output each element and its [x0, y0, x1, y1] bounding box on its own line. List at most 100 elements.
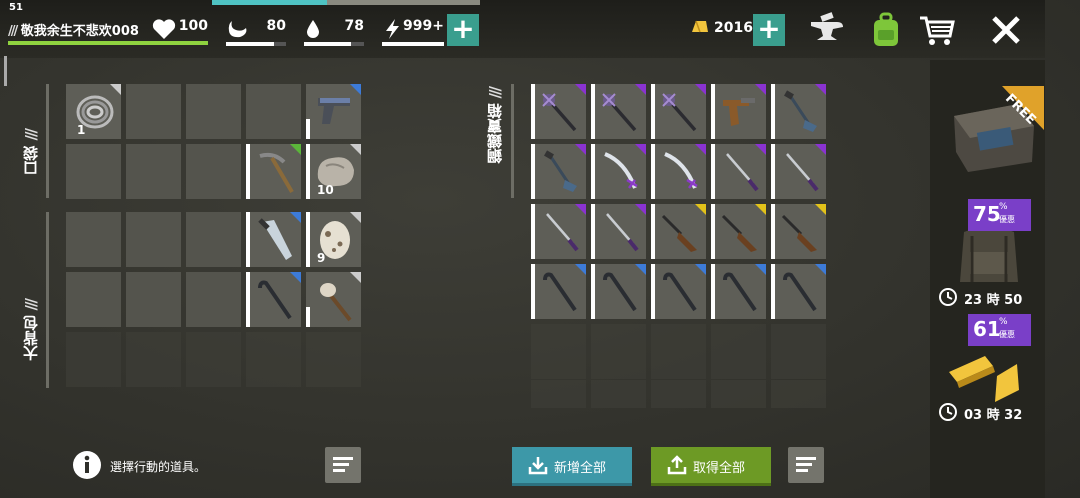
offer-timer: 03 時 32	[964, 408, 1023, 423]
chest-sort-button[interactable]	[788, 447, 824, 483]
pocket-slot[interactable]	[246, 144, 301, 199]
clock-text: 51	[9, 2, 23, 13]
chest-slot[interactable]	[591, 204, 646, 259]
shotgun-icon	[721, 214, 757, 252]
food-stat: 80	[226, 18, 286, 48]
backpack-slot[interactable]	[186, 212, 241, 267]
backpack-slot[interactable]	[246, 272, 301, 327]
chest-slot[interactable]	[591, 144, 646, 199]
pocket-slot[interactable]	[186, 84, 241, 139]
backpack-section-label: 大背包 ///	[22, 300, 40, 361]
chest-slot[interactable]	[771, 144, 826, 199]
chest-slot[interactable]	[651, 84, 706, 139]
chest-slot[interactable]	[651, 204, 706, 259]
chest-slot-locked	[591, 380, 646, 408]
backpack-slot[interactable]	[66, 272, 121, 327]
backpack-bundle-icon	[960, 227, 1018, 282]
pocket-slot[interactable]	[306, 84, 361, 139]
backpack-slot-locked	[186, 332, 241, 387]
take-all-button[interactable]: 取得全部	[651, 447, 771, 486]
crowbar-icon	[603, 272, 637, 312]
water-value: 78	[344, 18, 364, 34]
chest-slot-locked	[771, 380, 826, 408]
chest-slot[interactable]	[531, 144, 586, 199]
chest-slot[interactable]	[591, 84, 646, 139]
mace-icon	[662, 93, 697, 132]
chest-slot[interactable]	[531, 204, 586, 259]
buy-gold-button[interactable]: +	[753, 14, 785, 46]
chest-slot[interactable]	[771, 204, 826, 259]
item-quantity: 10	[317, 183, 334, 197]
backpack-slot[interactable]	[186, 272, 241, 327]
crafting-anvil-icon[interactable]	[807, 10, 847, 50]
buy-energy-button[interactable]: +	[447, 14, 479, 46]
backpack-slot[interactable]	[126, 272, 181, 327]
pocket-slot[interactable]	[66, 144, 121, 199]
backpack-slot[interactable]	[246, 212, 301, 267]
backpack-slot-locked	[246, 332, 301, 387]
discount-badge: 75% 優惠	[968, 199, 1031, 231]
health-stat: 100	[152, 18, 208, 48]
chest-slot-locked	[651, 380, 706, 408]
pocket-slot[interactable]: 1	[66, 84, 121, 139]
water-drop-icon	[307, 20, 319, 38]
shovel-icon	[544, 150, 577, 192]
chest-slot[interactable]	[651, 144, 706, 199]
chest-slot[interactable]	[531, 264, 586, 319]
pocket-slot[interactable]: 10	[306, 144, 361, 199]
item-quantity: 1	[77, 123, 86, 137]
backpack-icon[interactable]	[866, 10, 906, 50]
backpack-slot[interactable]	[126, 212, 181, 267]
backpack-slot[interactable]	[66, 212, 121, 267]
pocket-slot[interactable]	[246, 84, 301, 139]
katana-icon	[546, 213, 579, 252]
serrated-sword-icon	[604, 152, 638, 189]
timer-icon	[939, 288, 957, 306]
hint-text: 選擇行動的道具。	[110, 460, 207, 474]
chest-slot[interactable]	[711, 264, 766, 319]
backpack-slot[interactable]	[306, 272, 361, 327]
chest-slot[interactable]	[771, 84, 826, 139]
chest-slot[interactable]	[651, 264, 706, 319]
water-stat: 78	[304, 18, 364, 48]
backpack-slot[interactable]: 9	[306, 212, 361, 267]
chest-slot-locked	[591, 324, 646, 379]
crowbar-icon	[543, 272, 577, 312]
gold-bars-icon	[949, 356, 1019, 402]
crowbar-icon	[663, 272, 697, 312]
add-all-button[interactable]: 新增全部	[512, 447, 632, 486]
pocket-section-label: 口袋 ///	[22, 130, 40, 176]
shop-cart-icon[interactable]	[917, 10, 957, 50]
shotgun-icon	[781, 214, 817, 252]
offer-timer: 23 時 50	[964, 293, 1023, 308]
gold-bar-icon	[692, 20, 708, 33]
chest-slot[interactable]	[531, 84, 586, 139]
shovel-icon	[784, 90, 817, 132]
scroll-indicator[interactable]	[4, 56, 7, 86]
chest-slot-locked	[651, 324, 706, 379]
chest-slot[interactable]	[711, 204, 766, 259]
free-chest-offer[interactable]: FREE	[948, 86, 1044, 176]
chest-slot[interactable]	[711, 84, 766, 139]
pocket-slot[interactable]	[186, 144, 241, 199]
pocket-slot[interactable]	[126, 84, 181, 139]
food-value: 80	[266, 18, 286, 34]
torch-icon	[320, 283, 352, 322]
crowbar-icon	[723, 272, 757, 312]
status-bar: 51 /// 敬我余生不悲欢008 100 80 78 999+ + 2016 …	[0, 0, 1045, 58]
upload-icon	[667, 455, 687, 475]
treasure-chest-icon	[954, 86, 1044, 172]
chest-slot[interactable]	[591, 264, 646, 319]
player-name[interactable]: /// 敬我余生不悲欢008	[8, 20, 139, 39]
info-icon	[73, 451, 101, 479]
chest-slot[interactable]	[711, 144, 766, 199]
pocket-slot[interactable]	[126, 144, 181, 199]
chest-slot-locked	[711, 324, 766, 379]
chest-slot[interactable]	[771, 264, 826, 319]
close-icon[interactable]	[986, 10, 1026, 50]
energy-stat: 999+	[382, 18, 444, 48]
pocket-sort-button[interactable]	[325, 447, 361, 483]
katana-icon	[726, 153, 759, 192]
stomach-icon	[228, 21, 247, 38]
pistol-icon	[318, 98, 350, 124]
